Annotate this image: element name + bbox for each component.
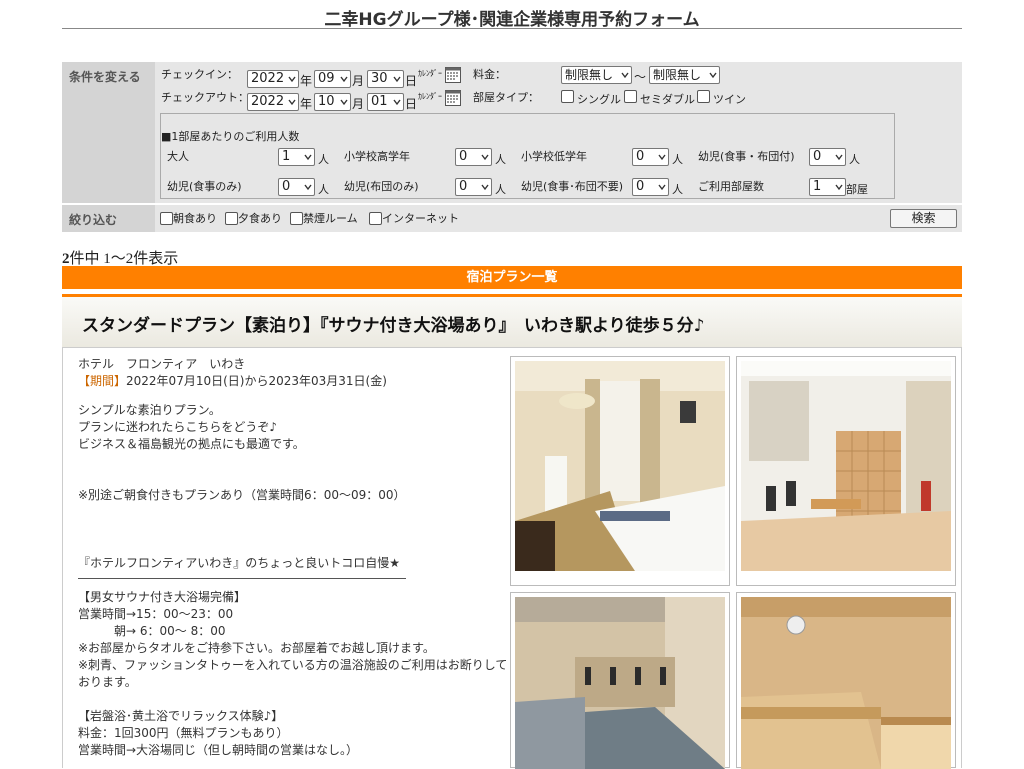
guest-count-heading: ■1部屋あたりのご利用人数 xyxy=(161,130,300,143)
checkin-label: チェックイン： xyxy=(161,68,238,81)
checkin-month-select[interactable]: 09 xyxy=(314,70,351,88)
checkin-year-select[interactable]: 2022 xyxy=(247,70,299,88)
adult-count-select[interactable]: 1 xyxy=(278,148,315,166)
lower-elementary-count-select[interactable]: 0 xyxy=(632,148,669,166)
room-type-semidouble-checkbox[interactable] xyxy=(624,90,637,103)
checkout-day-select[interactable]: 01 xyxy=(367,93,404,111)
checkout-calendar-button[interactable]: ｶﾚﾝﾀﾞｰ xyxy=(418,89,462,107)
photo-changing-room[interactable] xyxy=(736,356,956,586)
room-photo-image xyxy=(515,361,725,571)
filter-internet-checkbox[interactable] xyxy=(369,212,382,225)
plan-title-bar[interactable]: スタンダードプラン【素泊り】『サウナ付き大浴場あり』 いわき駅より徒歩５分♪ xyxy=(62,294,962,348)
checkout-month-select[interactable]: 10 xyxy=(314,93,351,111)
narrow-down-label: 絞り込む xyxy=(62,205,155,232)
photo-bath[interactable] xyxy=(510,592,730,769)
hotel-name: ホテル フロンティア いわき xyxy=(78,357,246,371)
search-button[interactable]: 検索 xyxy=(890,209,957,228)
plan-list-heading: 宿泊プラン一覧 xyxy=(62,266,962,289)
plan-title[interactable]: スタンダードプラン【素泊り】『サウナ付き大浴場あり』 いわき駅より徒歩５分♪ xyxy=(82,311,705,336)
filter-dinner-checkbox[interactable] xyxy=(225,212,238,225)
checkout-year-select[interactable]: 2022 xyxy=(247,93,299,111)
room-type-single-checkbox[interactable] xyxy=(561,90,574,103)
infant-bed-only-count-select[interactable]: 0 xyxy=(455,178,492,196)
checkin-calendar-button[interactable]: ｶﾚﾝﾀﾞｰ xyxy=(418,66,462,84)
price-label: 料金： xyxy=(473,68,506,81)
room-count-select[interactable]: 1 xyxy=(809,178,846,196)
infant-meal-only-count-select[interactable]: 0 xyxy=(278,178,315,196)
calendar-icon xyxy=(445,67,461,83)
bath-image xyxy=(515,597,725,769)
room-type-twin-checkbox[interactable] xyxy=(697,90,710,103)
locker-room-image xyxy=(741,361,951,571)
infant-none-count-select[interactable]: 0 xyxy=(632,178,669,196)
upper-elementary-count-select[interactable]: 0 xyxy=(455,148,492,166)
page-title: 二幸HGグループ様･関連企業様専用予約フォーム xyxy=(62,4,962,30)
plan-period: 【期間】2022年07月10日(日)から2023年03月31日(金) xyxy=(78,374,387,388)
calendar-icon xyxy=(445,90,461,106)
photo-single-room[interactable] xyxy=(510,356,730,586)
infant-meal-bed-count-select[interactable]: 0 xyxy=(809,148,846,166)
result-count: 2件中 1～2件表示 xyxy=(62,251,179,267)
change-conditions-label: 条件を変える xyxy=(62,62,155,203)
filter-nonsmoking-checkbox[interactable] xyxy=(290,212,303,225)
sauna-image xyxy=(741,597,951,769)
checkout-label: チェックアウト： xyxy=(161,91,249,104)
price-min-select[interactable]: 制限無し xyxy=(561,66,632,84)
room-type-label: 部屋タイプ： xyxy=(473,91,539,104)
checkin-day-select[interactable]: 30 xyxy=(367,70,404,88)
filter-breakfast-checkbox[interactable] xyxy=(160,212,173,225)
photo-sauna[interactable] xyxy=(736,592,956,769)
price-max-select[interactable]: 制限無し xyxy=(649,66,720,84)
